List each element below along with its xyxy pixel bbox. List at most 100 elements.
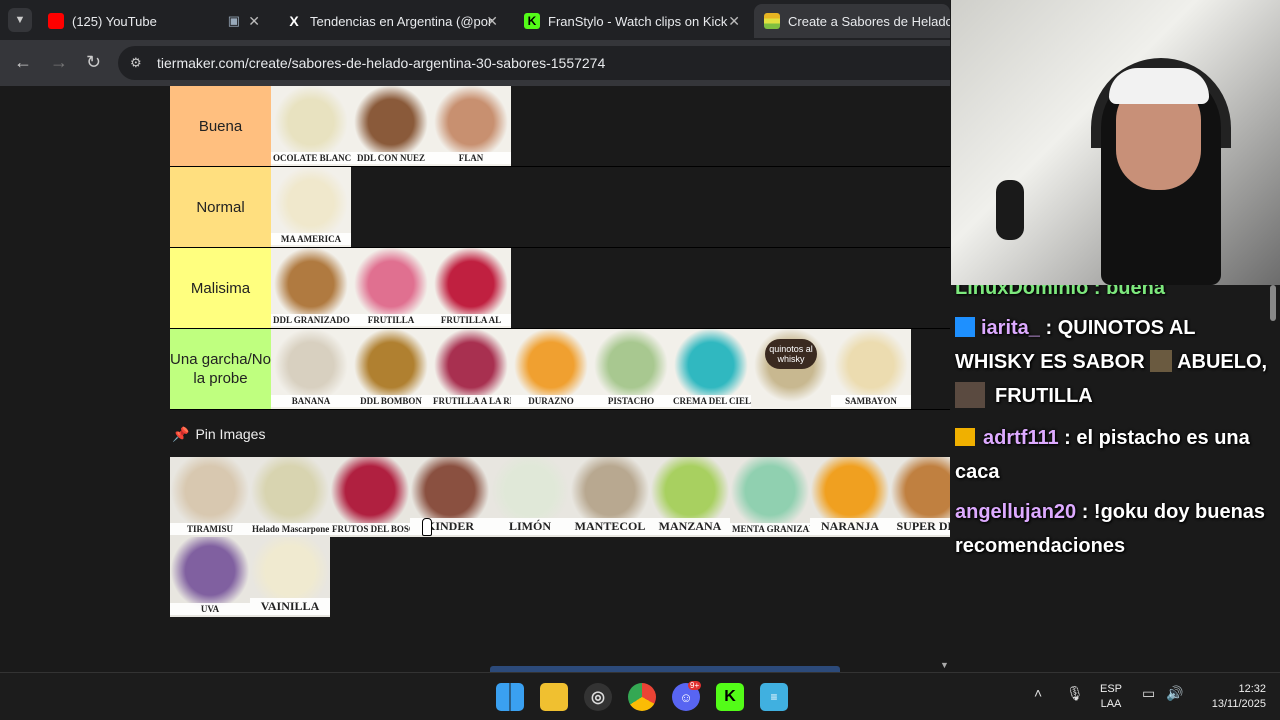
url-input[interactable]: ⚙ tiermaker.com/create/sabores-de-helado… — [118, 46, 950, 80]
tier-item-image[interactable]: FRUTILLA AL — [431, 248, 511, 328]
tier-item-image[interactable]: DDL BOMBON — [351, 329, 431, 409]
browser-tab-bar: ▼ (125) YouTube ▣ ✕ X Tendencias en Arge… — [0, 0, 950, 40]
tier-item-image[interactable]: PISTACHO — [591, 329, 671, 409]
quinotos-label: quinotos al whisky — [765, 339, 817, 369]
chat-message-1: iarita_ : QUINOTOS AL WHISKY ES SABOR AB… — [955, 311, 1275, 413]
item-caption: SAMBAYON — [831, 395, 911, 407]
tier-label[interactable]: Normal — [170, 167, 271, 247]
scroll-down-icon[interactable]: ▼ — [940, 660, 949, 670]
tab-title: Create a Sabores de Helado Ar — [788, 13, 950, 29]
close-tab-icon[interactable]: ✕ — [248, 13, 260, 30]
tier-row: Buena OCOLATE BLANCO DDL CON NUEZ FLAN — [170, 86, 950, 167]
tier-row: Malisima DDL GRANIZADO FRUTILLA FRUTILLA AL — [170, 248, 950, 329]
obs-icon[interactable]: ◎ — [584, 683, 612, 711]
tab-x-trends[interactable]: X Tendencias en Argentina (@por ✕ — [276, 4, 508, 38]
pin-image[interactable]: MENTA GRANIZADA — [730, 457, 810, 537]
clock-time: 12:32 — [1238, 683, 1266, 695]
pin-image[interactable]: LIMÓN — [490, 457, 570, 537]
item-caption: MA AMERICA — [271, 233, 351, 245]
lang-code: ESP — [1099, 683, 1122, 695]
tab-list-chevron-icon[interactable]: ▼ — [8, 8, 32, 32]
close-tab-icon[interactable]: ✕ — [486, 13, 498, 30]
tier-item-image[interactable]: quinotos al whisky — [751, 329, 831, 409]
start-menu-icon[interactable] — [496, 683, 524, 711]
item-caption: OCOLATE BLANCO — [271, 152, 351, 164]
tab-title: FranStylo - Watch clips on Kick — [548, 13, 728, 29]
tier-item-image[interactable]: MA AMERICA — [271, 167, 351, 247]
microphone-icon[interactable]: 🎙 — [1066, 685, 1084, 702]
tiermaker-icon — [764, 13, 780, 29]
pin-image[interactable]: UVA — [170, 537, 250, 617]
clock-date: 13/11/2025 — [1211, 698, 1266, 710]
pin-images-header: 📌 Pin Images — [172, 426, 265, 443]
item-caption: FLAN — [431, 152, 511, 164]
chat-username: angellujan20 — [955, 501, 1077, 523]
tier-item-image[interactable]: DDL CON NUEZ — [351, 86, 431, 166]
chrome-icon[interactable] — [628, 683, 656, 711]
tier-item-image[interactable]: FRUTILLA — [351, 248, 431, 328]
item-caption: NARANJA — [810, 518, 890, 535]
tab-youtube[interactable]: (125) YouTube ▣ ✕ — [38, 4, 270, 38]
reload-icon[interactable]: ↻ — [86, 52, 101, 73]
chat-scrollbar[interactable] — [1270, 285, 1276, 321]
tier-label[interactable]: Malisima — [170, 248, 271, 328]
clock[interactable]: 12:32 13/11/2025 — [1196, 682, 1266, 712]
tier-row: Normal MA AMERICA — [170, 167, 950, 248]
tier-label[interactable]: Buena — [170, 86, 271, 166]
badge-icon — [955, 317, 975, 337]
tier-item-image[interactable]: FLAN — [431, 86, 511, 166]
pin-images-label: Pin Images — [195, 426, 266, 442]
volume-icon[interactable]: 🔊 — [1166, 685, 1183, 702]
pin-image[interactable]: TIRAMISU — [170, 457, 250, 537]
tier-item-image[interactable]: OCOLATE BLANCO — [271, 86, 351, 166]
site-info-icon[interactable]: ⚙ — [130, 55, 142, 71]
url-text: tiermaker.com/create/sabores-de-helado-a… — [157, 55, 606, 71]
pin-image[interactable]: NARANJA — [810, 457, 890, 537]
address-bar-area: ← → ↻ ⚙ tiermaker.com/create/sabores-de-… — [0, 40, 950, 86]
tier-item-image[interactable]: DURAZNO — [511, 329, 591, 409]
pin-icon: 📌 — [172, 426, 190, 442]
forward-icon[interactable]: → — [50, 52, 68, 73]
item-caption: UVA — [170, 603, 250, 615]
tier-label[interactable]: Una garcha/No la probe — [170, 329, 271, 409]
file-explorer-icon[interactable] — [540, 683, 568, 711]
emote-icon — [1150, 350, 1173, 372]
windows-taskbar: ◎ ☺ 9+ K ≡ ˄ 🎙 ESP LAA ▭ 🔊 12:32 13/11/202… — [0, 672, 1280, 720]
tier-item-image[interactable]: FRUTILLA A LA REINA — [431, 329, 511, 409]
pin-image[interactable]: FRUTOS DEL BOSQUE — [330, 457, 410, 537]
item-caption: DURAZNO — [511, 395, 591, 407]
back-icon[interactable]: ← — [14, 52, 32, 73]
page-scrollbar[interactable]: ▼ — [938, 86, 950, 672]
show-hidden-icons[interactable]: ˄ — [1034, 685, 1042, 701]
tier-row: Una garcha/No la probe BANANA DDL BOMBON FR… — [170, 329, 950, 410]
notepad-icon[interactable]: ≡ — [760, 683, 788, 711]
discord-badge: 9+ — [688, 681, 702, 690]
tier-item-image[interactable]: BANANA — [271, 329, 351, 409]
network-icon[interactable]: ▭ — [1142, 685, 1155, 702]
item-caption: LIMÓN — [490, 518, 570, 535]
pin-image[interactable]: Helado Mascarpone — [250, 457, 330, 537]
item-caption: FRUTILLA AL — [431, 314, 511, 326]
chat-text: FRUTILLA — [995, 385, 1093, 407]
pin-image[interactable]: MANTECOL — [570, 457, 650, 537]
tier-item-image[interactable]: CREMA DEL CIELO — [671, 329, 751, 409]
youtube-icon — [48, 13, 64, 29]
pin-image[interactable]: VAINILLA — [250, 537, 330, 617]
item-caption: DDL GRANIZADO — [271, 314, 351, 326]
chat-text: ABUELO, — [1177, 351, 1268, 373]
tier-item-image[interactable]: SAMBAYON — [831, 329, 911, 409]
kick-app-icon[interactable]: K — [716, 683, 744, 711]
kick-icon: K — [524, 13, 540, 29]
item-caption: FRUTILLA A LA REINA — [431, 395, 511, 407]
pin-image[interactable]: MANZANA — [650, 457, 730, 537]
tab-kick[interactable]: K FranStylo - Watch clips on Kick ✕ — [514, 4, 750, 38]
item-caption: MENTA GRANIZADA — [730, 523, 810, 535]
item-caption: CREMA DEL CIELO — [671, 395, 751, 407]
emote-icon — [955, 382, 985, 408]
tab-title: Tendencias en Argentina (@por — [310, 13, 493, 29]
tab-tiermaker[interactable]: Create a Sabores de Helado Ar — [754, 4, 950, 38]
crown-badge-icon — [955, 428, 975, 446]
language-indicator[interactable]: ESP LAA — [1098, 682, 1124, 712]
close-tab-icon[interactable]: ✕ — [728, 13, 740, 30]
tier-item-image[interactable]: DDL GRANIZADO — [271, 248, 351, 328]
